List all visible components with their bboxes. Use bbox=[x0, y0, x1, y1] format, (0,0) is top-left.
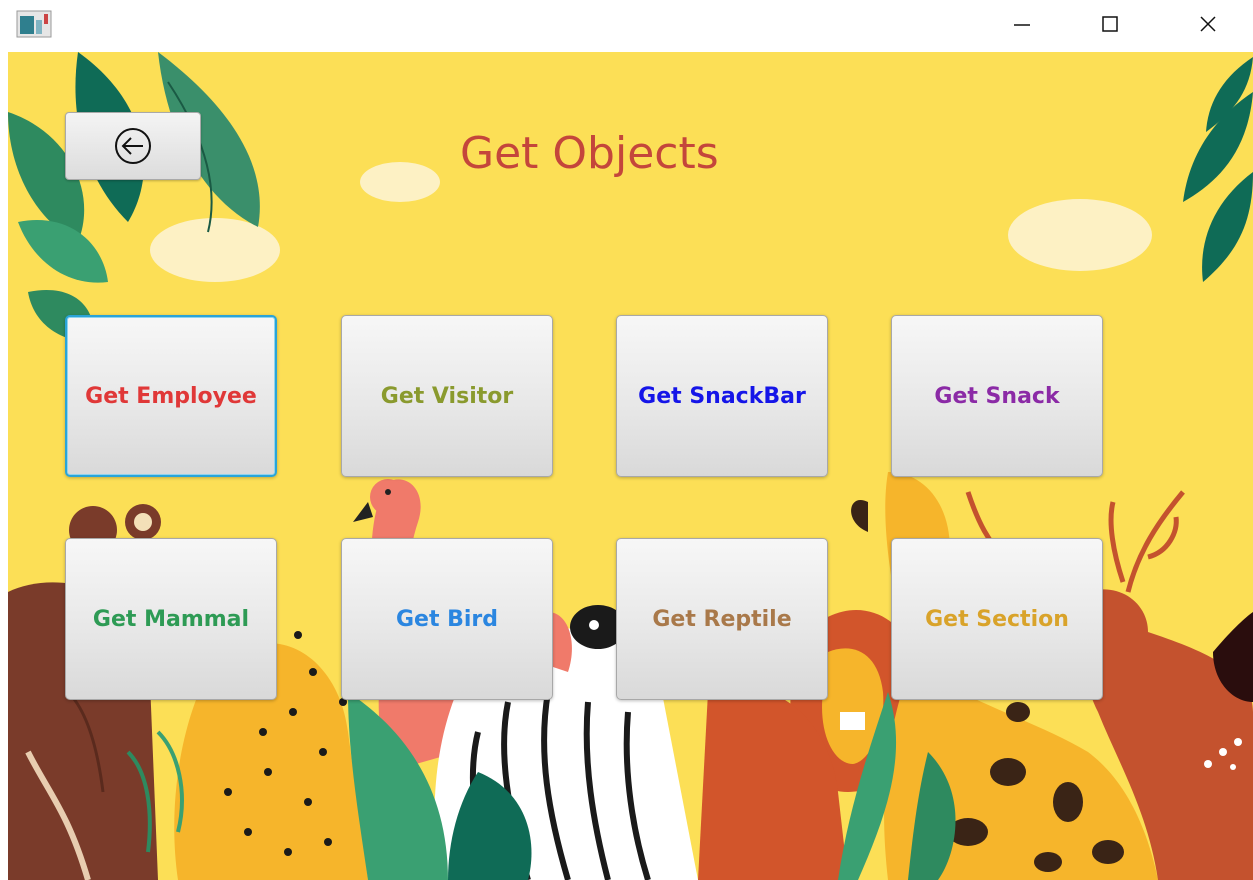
minimize-icon bbox=[1014, 24, 1030, 26]
get-reptile-label: Get Reptile bbox=[652, 606, 792, 632]
close-button[interactable] bbox=[1178, 0, 1238, 48]
page-title: Get Objects bbox=[460, 128, 719, 179]
get-visitor-label: Get Visitor bbox=[380, 383, 514, 409]
close-icon bbox=[1200, 16, 1216, 32]
minimize-button[interactable] bbox=[992, 0, 1052, 48]
get-snackbar-button[interactable]: Get SnackBar bbox=[616, 315, 828, 477]
back-button[interactable] bbox=[65, 112, 201, 180]
get-snack-label: Get Snack bbox=[934, 383, 1060, 409]
back-arrow-icon bbox=[115, 128, 151, 164]
get-mammal-button[interactable]: Get Mammal bbox=[65, 538, 277, 700]
get-section-button[interactable]: Get Section bbox=[891, 538, 1103, 700]
maximize-button[interactable] bbox=[1080, 0, 1140, 48]
get-employee-button[interactable]: Get Employee bbox=[65, 315, 277, 477]
get-bird-label: Get Bird bbox=[395, 606, 499, 632]
main-content: Get Objects Get Employee Get Visitor Get… bbox=[8, 52, 1253, 880]
get-bird-button[interactable]: Get Bird bbox=[341, 538, 553, 700]
title-bar bbox=[0, 0, 1253, 52]
get-employee-label: Get Employee bbox=[85, 383, 257, 409]
get-reptile-button[interactable]: Get Reptile bbox=[616, 538, 828, 700]
get-snackbar-label: Get SnackBar bbox=[638, 383, 806, 409]
get-section-label: Get Section bbox=[925, 606, 1069, 632]
get-visitor-button[interactable]: Get Visitor bbox=[341, 315, 553, 477]
maximize-icon bbox=[1102, 16, 1118, 32]
app-icon bbox=[16, 10, 52, 38]
get-snack-button[interactable]: Get Snack bbox=[891, 315, 1103, 477]
get-mammal-label: Get Mammal bbox=[92, 606, 250, 632]
